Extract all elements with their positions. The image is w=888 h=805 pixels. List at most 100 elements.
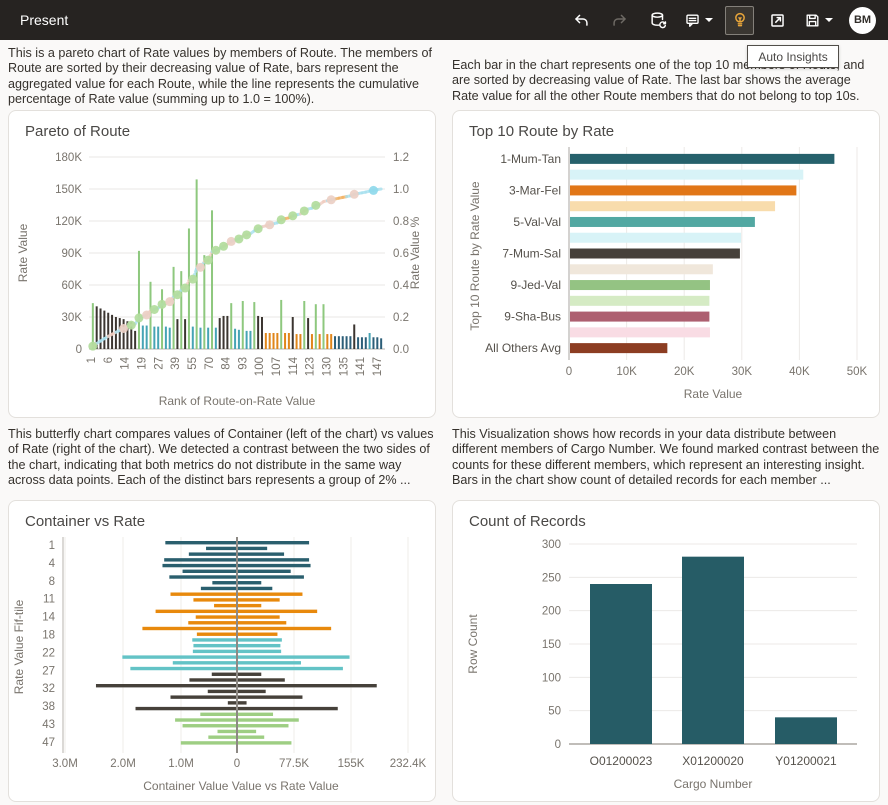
butterfly-bar[interactable] [122, 655, 349, 658]
cumulative-line-marker[interactable] [327, 195, 336, 204]
pareto-bar[interactable] [199, 328, 201, 349]
pareto-bar[interactable] [169, 328, 171, 349]
top10-bar[interactable] [570, 343, 667, 353]
cumulative-line-marker[interactable] [181, 284, 190, 293]
cumulative-line-marker[interactable] [127, 321, 136, 330]
count-bar[interactable] [775, 717, 837, 744]
pareto-bar[interactable] [107, 313, 109, 349]
pareto-bar[interactable] [138, 251, 140, 349]
pareto-bar[interactable] [269, 333, 271, 349]
pareto-bar[interactable] [134, 331, 136, 349]
pareto-bar[interactable] [184, 319, 186, 349]
cumulative-line-marker[interactable] [211, 246, 220, 255]
pareto-bar[interactable] [311, 334, 313, 349]
cumulative-line-marker[interactable] [242, 230, 251, 239]
refresh-data-button[interactable] [643, 6, 672, 35]
pareto-bar[interactable] [284, 333, 286, 349]
pareto-bar[interactable] [123, 319, 125, 349]
cumulative-line-marker[interactable] [119, 324, 128, 333]
cumulative-line-marker[interactable] [165, 297, 174, 306]
pareto-bar[interactable] [242, 301, 244, 349]
pareto-bar[interactable] [219, 318, 221, 349]
pareto-bar[interactable] [292, 317, 294, 349]
open-button[interactable] [763, 6, 792, 35]
pareto-bar[interactable] [142, 326, 144, 349]
pareto-bar[interactable] [307, 318, 309, 349]
pareto-bar[interactable] [103, 311, 105, 349]
pareto-bar[interactable] [369, 333, 371, 349]
butterfly-bar[interactable] [183, 724, 289, 727]
save-button[interactable] [801, 6, 836, 35]
cumulative-line-marker[interactable] [265, 220, 274, 229]
pareto-bar[interactable] [119, 318, 121, 349]
pareto-bar[interactable] [353, 324, 355, 349]
pareto-bar[interactable] [349, 336, 351, 349]
pareto-bar[interactable] [234, 329, 236, 349]
cumulative-line-marker[interactable] [234, 234, 243, 243]
redo-button[interactable] [605, 6, 634, 35]
top10-bar[interactable] [570, 217, 755, 227]
pareto-bar[interactable] [338, 336, 340, 349]
cumulative-line-marker[interactable] [288, 211, 297, 220]
top10-bar[interactable] [570, 296, 709, 306]
cumulative-line-marker[interactable] [219, 242, 228, 251]
pareto-bar[interactable] [211, 210, 213, 349]
pareto-bar[interactable] [330, 334, 332, 349]
top10-bar[interactable] [570, 185, 796, 195]
cumulative-line-marker[interactable] [188, 275, 197, 284]
top10-bar[interactable] [570, 233, 741, 243]
pareto-bar[interactable] [257, 316, 259, 349]
cumulative-line-marker[interactable] [150, 305, 159, 314]
pareto-bar[interactable] [273, 333, 275, 349]
pareto-bar[interactable] [303, 301, 305, 349]
auto-insights-button[interactable] [725, 6, 754, 35]
pareto-bar[interactable] [161, 289, 163, 349]
pareto-bar[interactable] [361, 337, 363, 349]
top10-bar[interactable] [570, 312, 709, 322]
pareto-bar[interactable] [215, 328, 217, 349]
cumulative-line-marker[interactable] [277, 215, 286, 224]
cumulative-line-marker[interactable] [196, 263, 205, 272]
avatar[interactable]: BM [849, 7, 876, 34]
pareto-bar[interactable] [296, 334, 298, 349]
cumulative-line-marker[interactable] [142, 311, 151, 320]
cumulative-line-marker[interactable] [158, 300, 167, 309]
comments-button[interactable] [681, 6, 716, 35]
cumulative-line-marker[interactable] [227, 237, 236, 246]
cumulative-line-marker[interactable] [204, 256, 213, 265]
pareto-bar[interactable] [319, 334, 321, 349]
pareto-bar[interactable] [176, 319, 178, 349]
pareto-bar[interactable] [253, 302, 255, 349]
pareto-bar[interactable] [315, 304, 317, 349]
pareto-bar[interactable] [365, 337, 367, 349]
pareto-bar[interactable] [276, 333, 278, 349]
top10-bar[interactable] [570, 249, 740, 259]
pareto-bar[interactable] [230, 303, 232, 349]
pareto-bar[interactable] [165, 327, 167, 349]
pareto-bar[interactable] [376, 337, 378, 349]
cumulative-line-marker[interactable] [88, 342, 97, 351]
count-bar[interactable] [682, 557, 744, 744]
pareto-bar[interactable] [288, 333, 290, 349]
undo-button[interactable] [567, 6, 596, 35]
top10-bar[interactable] [570, 170, 803, 180]
cumulative-line-marker[interactable] [350, 190, 359, 199]
pareto-bar[interactable] [173, 267, 175, 349]
cumulative-line-marker[interactable] [369, 186, 378, 195]
pareto-bar[interactable] [207, 328, 209, 349]
pareto-bar[interactable] [346, 336, 348, 349]
cumulative-line-marker[interactable] [134, 313, 143, 322]
pareto-bar[interactable] [261, 317, 263, 349]
pareto-bar[interactable] [334, 336, 336, 349]
pareto-bar[interactable] [249, 331, 251, 349]
pareto-bar[interactable] [280, 300, 282, 349]
pareto-bar[interactable] [111, 315, 113, 349]
count-bar[interactable] [590, 584, 652, 744]
pareto-bar[interactable] [380, 338, 382, 349]
pareto-bar[interactable] [372, 337, 374, 349]
top10-bar[interactable] [570, 154, 834, 164]
pareto-bar[interactable] [299, 334, 301, 349]
pareto-bar[interactable] [153, 327, 155, 349]
pareto-bar[interactable] [157, 327, 159, 349]
pareto-bar[interactable] [342, 336, 344, 349]
